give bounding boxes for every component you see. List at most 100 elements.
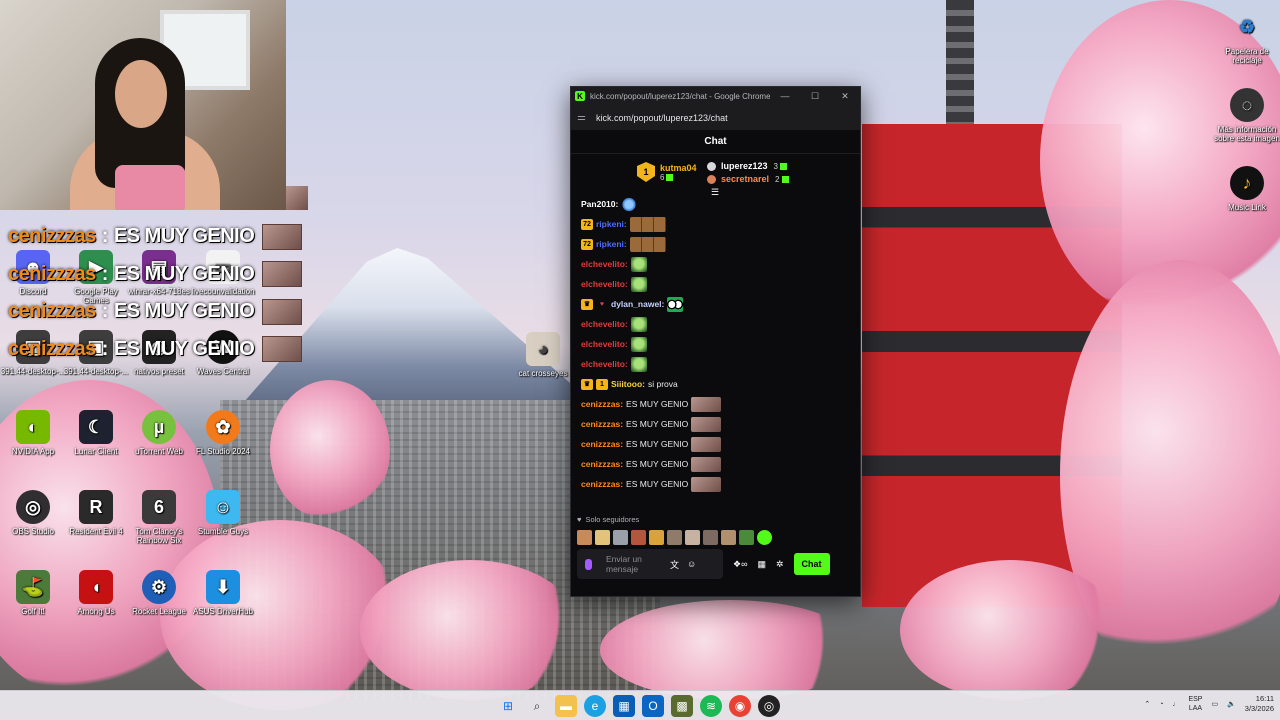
chat-username[interactable]: elchevelito:: [581, 279, 628, 289]
url-text[interactable]: kick.com/popout/luperez123/chat: [596, 113, 728, 123]
chat-username[interactable]: ripkeni:: [596, 219, 627, 229]
quick-emote[interactable]: [595, 529, 610, 545]
stream-chat-overlay: cenizzzas : ES MUY GENIO cenizzzas : ES …: [8, 218, 318, 368]
quick-emote[interactable]: [577, 529, 592, 545]
settings-gear-icon[interactable]: ✲: [776, 559, 784, 570]
start-menu-icon[interactable]: ⊞: [497, 695, 519, 717]
quick-emote[interactable]: [649, 529, 664, 545]
chat-username[interactable]: cenizzzas:: [581, 439, 623, 449]
overlay-message: ES MUY GENIO: [113, 337, 255, 360]
desktop-icon-obs[interactable]: ◎ OBS Studio: [0, 490, 68, 536]
network-icon[interactable]: ◔: [1159, 701, 1163, 708]
show-hidden-icons-icon[interactable]: ⌃: [1144, 700, 1150, 708]
desktop-icon-golf-it[interactable]: ⛳ Golf It!: [0, 570, 68, 616]
chat-popout-window[interactable]: K kick.com/popout/luperez123/chat - Goog…: [570, 86, 861, 597]
search-icon[interactable]: ⌕: [526, 695, 548, 717]
kick-emote-icon[interactable]: [757, 529, 772, 545]
file-explorer-icon[interactable]: ▬: [555, 695, 577, 717]
quick-emote[interactable]: [631, 529, 646, 545]
chat-username[interactable]: cenizzzas:: [581, 479, 623, 489]
chat-message[interactable]: Pan2010:: [581, 194, 860, 214]
chat-input[interactable]: Enviar un mensaje 文 ☺: [577, 549, 723, 579]
overlay-chat-row: cenizzzas : ES MUY GENIO: [8, 293, 318, 331]
spotify-icon[interactable]: ≋: [700, 695, 722, 717]
quick-emote[interactable]: [739, 529, 754, 545]
desktop-icon-among-us[interactable]: ◖ Among Us: [61, 570, 131, 616]
webcam-person-top: [115, 165, 185, 210]
quick-emote[interactable]: [667, 529, 682, 545]
volume-icon[interactable]: 🔈: [1227, 700, 1236, 708]
desktop-icon-resident-evil[interactable]: R Resident Evil 4: [61, 490, 131, 536]
close-button[interactable]: ✕: [830, 91, 860, 102]
chat-message[interactable]: cenizzzas: ES MUY GENIO: [581, 434, 860, 454]
desktop-icon-lunar[interactable]: ☾ Lunar Client: [61, 410, 131, 456]
window-titlebar[interactable]: K kick.com/popout/luperez123/chat - Goog…: [571, 87, 860, 105]
chat-message[interactable]: cenizzzas: ES MUY GENIO: [581, 454, 860, 474]
quick-emote[interactable]: [613, 529, 628, 545]
send-chat-button[interactable]: Chat: [793, 553, 830, 575]
chat-message[interactable]: elchevelito:: [581, 254, 860, 274]
leaderboard-entry[interactable]: secretnarel 2: [707, 173, 789, 185]
minimize-button[interactable]: —: [770, 91, 800, 101]
music-link-icon: ♪: [1230, 166, 1264, 200]
quick-emote[interactable]: [685, 529, 700, 545]
chat-username[interactable]: elchevelito:: [581, 319, 628, 329]
obs-taskbar-icon[interactable]: ◎: [758, 695, 780, 717]
store-icon[interactable]: ▦: [613, 695, 635, 717]
chat-username[interactable]: elchevelito:: [581, 359, 628, 369]
desktop-icon-recycle-bin[interactable]: ♻ Papelera de reciclaje: [1212, 10, 1280, 66]
chat-message[interactable]: 72 ripkeni:: [581, 214, 860, 234]
desktop-icon-stumble-guys[interactable]: ☺ Stumble Guys: [188, 490, 258, 536]
language-indicator[interactable]: ESP LAA: [1188, 695, 1202, 713]
chat-emote: [691, 396, 722, 412]
chat-username[interactable]: cenizzzas:: [581, 459, 623, 469]
gift-icon[interactable]: ▦: [757, 559, 766, 570]
display-icon[interactable]: ▭: [1211, 700, 1218, 708]
desktop-icon-utorrent[interactable]: µ uTorrent Web: [124, 410, 194, 456]
quick-emote[interactable]: [703, 529, 718, 545]
desktop-icon-rainbow-six[interactable]: 6 Tom Clancy's Rainbow Six: [124, 490, 194, 545]
outlook-icon[interactable]: O: [642, 695, 664, 717]
chat-username[interactable]: Pan2010:: [581, 199, 618, 209]
desktop-icon-nvidia[interactable]: ◐ NVIDIA App: [0, 410, 68, 456]
desktop-icon-cat-crosseyes[interactable]: ◕ cat crosseyes: [508, 332, 578, 378]
edge-icon[interactable]: e: [584, 695, 606, 717]
desktop-icon-flstudio[interactable]: ✿ FL Studio 2024: [188, 410, 258, 456]
chat-username[interactable]: Siiitooo:: [611, 379, 645, 389]
chat-message[interactable]: ♛ 1 Siiitooo: si prova: [581, 374, 860, 394]
minecraft-icon[interactable]: ▩: [671, 695, 693, 717]
microphone-icon[interactable]: ♩: [1172, 701, 1179, 708]
crown-badge-icon: ♛: [581, 298, 593, 310]
chat-message[interactable]: elchevelito:: [581, 354, 860, 374]
desktop-icon-music-link[interactable]: ♪ Music Link: [1212, 166, 1280, 212]
desktop-icon-asus[interactable]: ⬇ ASUS DriverHub: [188, 570, 258, 616]
site-settings-icon[interactable]: ⚌: [577, 112, 591, 123]
desktop-icon-info[interactable]: ◌ Más información sobre esta imagen: [1212, 88, 1280, 143]
translate-icon[interactable]: 文: [670, 558, 679, 571]
address-bar[interactable]: ⚌ kick.com/popout/luperez123/chat: [571, 105, 860, 130]
chat-message[interactable]: cenizzzas: ES MUY GENIO: [581, 394, 860, 414]
emoji-icon[interactable]: ☺: [687, 559, 696, 569]
mic-icon[interactable]: [585, 558, 592, 570]
chat-username[interactable]: elchevelito:: [581, 339, 628, 349]
leaderboard-entry[interactable]: luperez123 3: [707, 160, 789, 172]
chat-username[interactable]: cenizzzas:: [581, 399, 623, 409]
clock[interactable]: 16:11 3/3/2026: [1245, 694, 1274, 714]
quick-emote[interactable]: [721, 529, 736, 545]
chat-username[interactable]: elchevelito:: [581, 259, 628, 269]
chat-username[interactable]: cenizzzas:: [581, 419, 623, 429]
chat-message[interactable]: 72 ripkeni:: [581, 234, 860, 254]
chat-message[interactable]: elchevelito:: [581, 334, 860, 354]
leaderboard-top[interactable]: 1 kutma04 6: [637, 162, 697, 182]
kicks-icon[interactable]: ❖∞: [733, 559, 747, 570]
maximize-button[interactable]: ☐: [800, 91, 830, 102]
chat-message[interactable]: cenizzzas: ES MUY GENIO: [581, 474, 860, 494]
chat-username[interactable]: dylan_nawel:: [611, 299, 664, 309]
chat-message[interactable]: elchevelito:: [581, 274, 860, 294]
chat-username[interactable]: ripkeni:: [596, 239, 627, 249]
chat-message[interactable]: ♛ ♥ dylan_nawel:: [581, 294, 860, 314]
chat-message[interactable]: elchevelito:: [581, 314, 860, 334]
chrome-icon[interactable]: ◉: [729, 695, 751, 717]
chat-message[interactable]: cenizzzas: ES MUY GENIO: [581, 414, 860, 434]
desktop-icon-rocket-league[interactable]: ⚙ Rocket League: [124, 570, 194, 616]
